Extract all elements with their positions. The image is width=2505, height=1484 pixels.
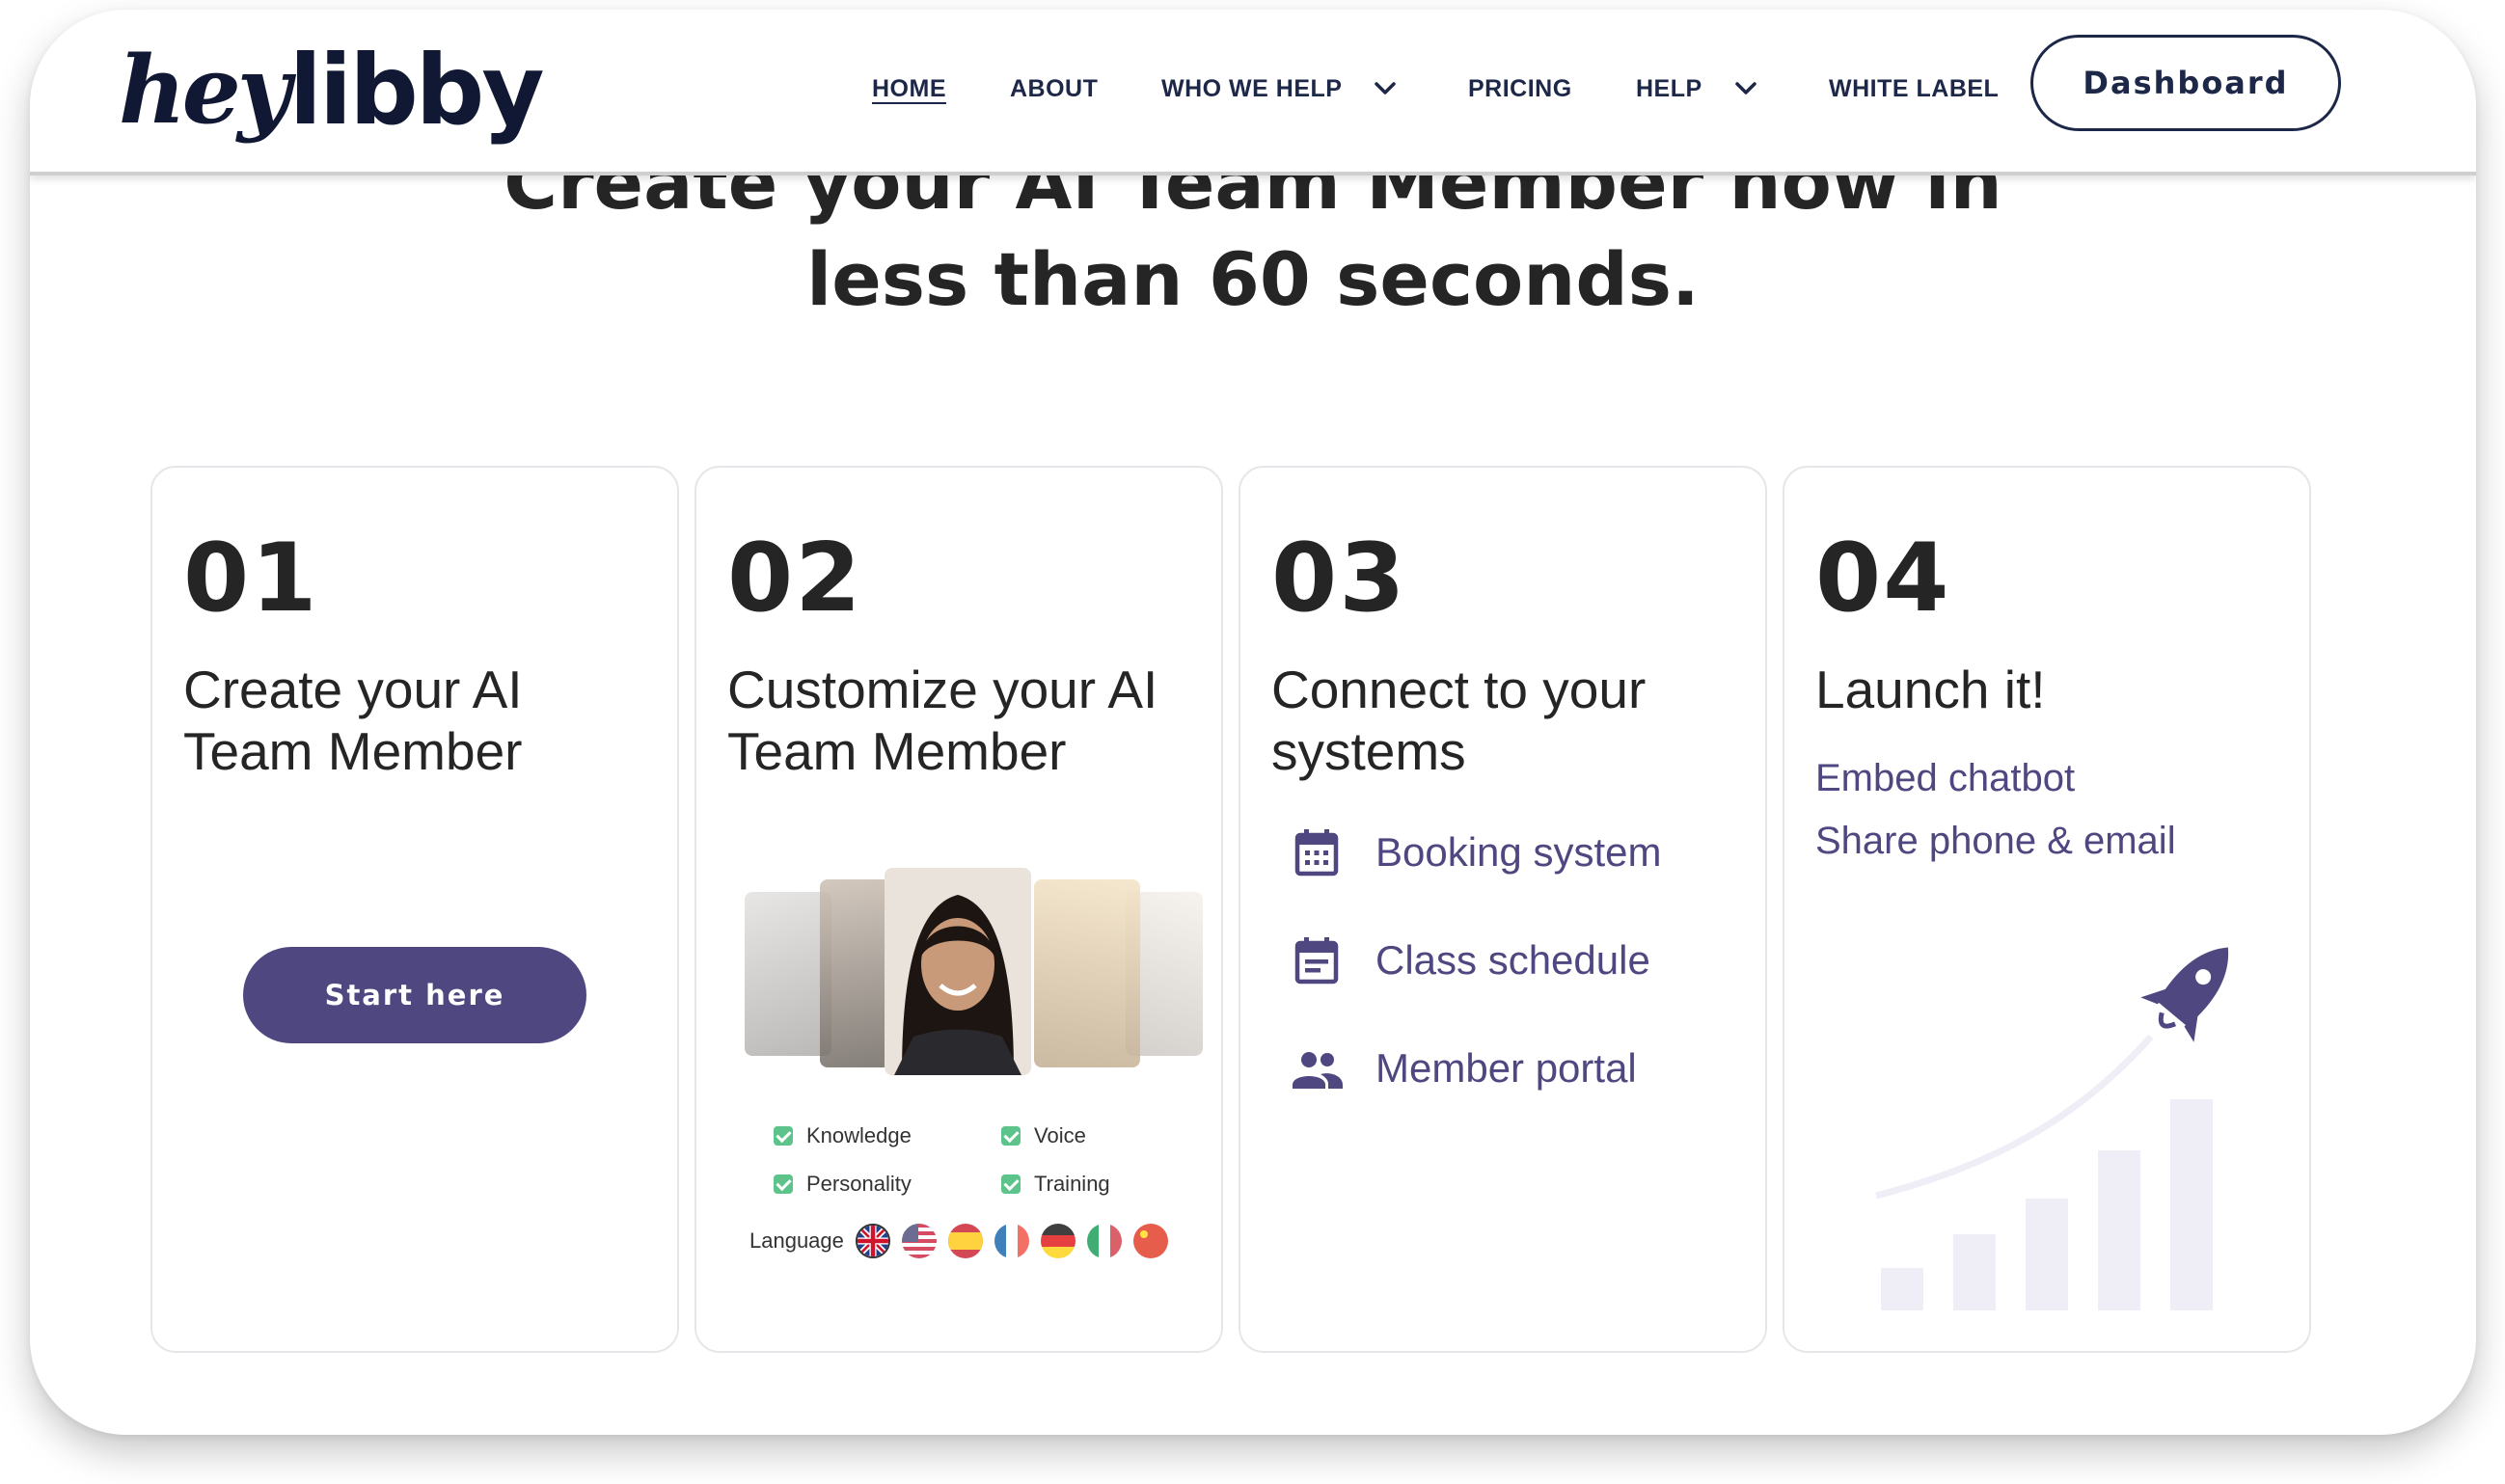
step-number: 02 xyxy=(727,524,863,634)
step-number: 03 xyxy=(1271,524,1407,634)
logo-hey: hey xyxy=(119,35,291,145)
option-knowledge[interactable]: Knowledge xyxy=(774,1123,912,1148)
step-title-line: Create your AI xyxy=(183,660,523,719)
flag-us-icon[interactable] xyxy=(901,1224,937,1258)
step-title: Customize your AI Team Member xyxy=(727,659,1210,782)
system-class-schedule[interactable]: Class schedule xyxy=(1289,932,1650,988)
checkbox-checked-icon xyxy=(774,1126,793,1146)
step-title: Connect to your systems xyxy=(1271,659,1754,782)
checkbox-checked-icon xyxy=(1001,1126,1021,1146)
flag-italy-icon[interactable] xyxy=(1086,1224,1122,1258)
nav-pricing[interactable]: PRICING xyxy=(1468,75,1572,103)
avatar-portrait xyxy=(745,892,831,1056)
embed-chatbot-link[interactable]: Embed chatbot xyxy=(1815,757,2075,800)
flag-germany-icon[interactable] xyxy=(1040,1224,1076,1258)
system-label: Class schedule xyxy=(1375,937,1650,983)
start-here-button[interactable]: Start here xyxy=(243,947,586,1043)
chevron-down-icon[interactable] xyxy=(1371,79,1400,98)
step-card-03: 03 Connect to your systems Booking syste… xyxy=(1239,466,1767,1353)
hero-line-2: less than 60 seconds. xyxy=(806,236,1700,322)
site-header: hey libby HOME ABOUT WHO WE HELP PRICING… xyxy=(30,10,2476,175)
step-number: 01 xyxy=(183,524,319,634)
checkbox-checked-icon xyxy=(1001,1174,1021,1194)
chevron-down-icon[interactable] xyxy=(1731,79,1760,98)
growth-bars xyxy=(1881,1099,2213,1310)
checkbox-checked-icon xyxy=(774,1174,793,1194)
option-voice[interactable]: Voice xyxy=(1001,1123,1086,1148)
calendar-grid-icon xyxy=(1294,829,1339,877)
step-title-line: systems xyxy=(1271,721,1466,781)
calendar-list-icon xyxy=(1294,937,1339,985)
step-card-02: 02 Customize your AI Team Member Knowled… xyxy=(694,466,1223,1353)
rocket-icon xyxy=(2140,947,2229,1042)
option-label: Knowledge xyxy=(806,1123,912,1147)
system-label: Booking system xyxy=(1375,829,1662,875)
option-personality[interactable]: Personality xyxy=(774,1172,912,1197)
people-icon xyxy=(1293,1052,1343,1089)
step-card-01: 01 Create your AI Team Member Start here xyxy=(150,466,679,1353)
heylibby-logo[interactable]: hey libby xyxy=(119,27,545,152)
avatar-portrait-selected xyxy=(885,868,1031,1075)
step-title-line: Connect to your xyxy=(1271,660,1647,719)
step-title-line: Launch it! xyxy=(1815,660,2046,719)
language-selector: Language xyxy=(749,1224,1168,1258)
language-label: Language xyxy=(749,1228,844,1253)
nav-who-we-help[interactable]: WHO WE HELP xyxy=(1161,75,1342,103)
share-phone-email-link[interactable]: Share phone & email xyxy=(1815,820,2176,863)
flag-spain-icon[interactable] xyxy=(947,1224,983,1258)
option-label: Personality xyxy=(806,1172,912,1196)
step-number: 04 xyxy=(1815,524,1951,634)
dashboard-button[interactable]: Dashboard xyxy=(2030,35,2341,131)
nav-home[interactable]: HOME xyxy=(872,75,946,103)
page-frame: Create your AI Team Member now in less t… xyxy=(30,10,2476,1435)
flag-france-icon[interactable] xyxy=(994,1224,1029,1258)
nav-white-label[interactable]: WHITE LABEL xyxy=(1829,75,1999,103)
step-title-line: Team Member xyxy=(727,721,1067,781)
step-title-line: Team Member xyxy=(183,721,523,781)
step-card-04: 04 Launch it! Embed chatbot Share phone … xyxy=(1783,466,2311,1353)
option-training[interactable]: Training xyxy=(1001,1172,1110,1197)
flag-uk-icon[interactable] xyxy=(855,1224,890,1258)
system-member-portal[interactable]: Member portal xyxy=(1289,1040,1637,1096)
flag-china-icon[interactable] xyxy=(1132,1224,1168,1258)
step-title: Create your AI Team Member xyxy=(183,659,666,782)
nav-about[interactable]: ABOUT xyxy=(1010,75,1098,103)
option-label: Training xyxy=(1034,1172,1110,1196)
step-title: Launch it! xyxy=(1815,659,2298,720)
avatar-carousel[interactable] xyxy=(745,868,1203,1080)
option-label: Voice xyxy=(1034,1123,1086,1147)
system-booking[interactable]: Booking system xyxy=(1289,824,1661,880)
avatar-portrait xyxy=(1034,879,1140,1067)
nav-help[interactable]: HELP xyxy=(1636,75,1702,103)
growth-rocket-illustration xyxy=(1875,947,2229,1310)
step-title-line: Customize your AI xyxy=(727,660,1158,719)
logo-libby: libby xyxy=(288,33,545,147)
system-label: Member portal xyxy=(1375,1045,1637,1091)
